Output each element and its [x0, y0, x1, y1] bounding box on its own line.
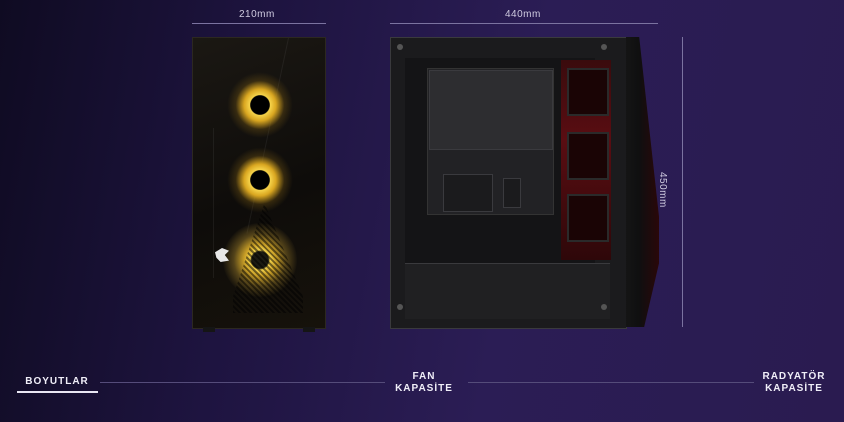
drive-slot-2 [567, 132, 609, 180]
tab-label: RADYATÖR [762, 371, 826, 382]
case-front-edge [626, 37, 659, 327]
width-dimension-label: 210mm [239, 9, 275, 20]
tab-label: KAPASİTE [395, 383, 453, 394]
tab-fan-kapasite[interactable]: FAN KAPASİTE [378, 371, 470, 395]
length-dimension-label: 440mm [505, 9, 541, 20]
drive-slot-1 [567, 68, 609, 116]
front-foot-right [303, 327, 315, 332]
cable-cutout-small [503, 178, 521, 208]
drive-slot-3 [567, 194, 609, 242]
cpu-cutout [429, 70, 553, 150]
screw-icon [397, 304, 403, 310]
case-side-image [390, 37, 627, 329]
cable-cutout [443, 174, 493, 212]
case-front-image [192, 37, 326, 332]
length-dimension-line [390, 23, 658, 24]
tab-boyutlar[interactable]: BOYUTLAR [18, 376, 96, 388]
height-dimension-line [682, 37, 683, 327]
fan-middle-icon [227, 147, 293, 213]
tab-label: FAN [412, 371, 436, 382]
screw-icon [397, 44, 403, 50]
width-dimension-line [192, 23, 326, 24]
height-dimension-label: 450mm [657, 172, 668, 208]
fan-top-icon [227, 72, 293, 138]
screw-icon [601, 44, 607, 50]
nav-divider [100, 382, 385, 383]
tab-label: KAPASİTE [765, 383, 823, 394]
screw-icon [601, 304, 607, 310]
tab-radyator-kapasite[interactable]: RADYATÖR KAPASİTE [748, 371, 840, 395]
nav-divider [468, 382, 754, 383]
tab-label: BOYUTLAR [25, 376, 89, 387]
active-tab-indicator [17, 391, 98, 393]
psu-shroud [405, 263, 610, 319]
front-foot-left [203, 327, 215, 332]
